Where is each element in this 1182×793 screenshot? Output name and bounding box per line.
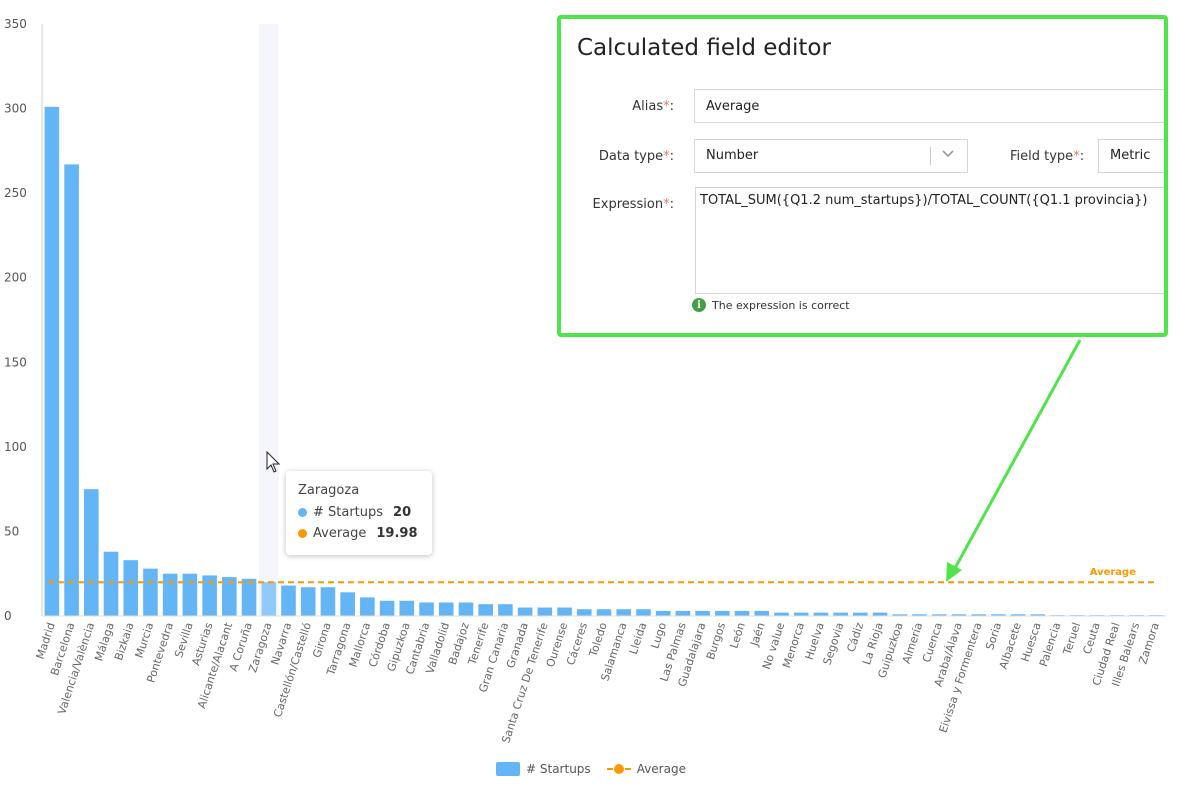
- y-tick-label: 0: [4, 609, 12, 623]
- tooltip-row-label: Average: [313, 526, 367, 541]
- y-tick-label: 100: [4, 440, 27, 454]
- x-tick-label: Lugo: [648, 621, 669, 651]
- legend-item-average[interactable]: Average: [606, 762, 686, 776]
- bar[interactable]: [162, 573, 178, 616]
- chevron-down-icon: [942, 150, 954, 158]
- bar[interactable]: [517, 607, 533, 616]
- bar[interactable]: [813, 612, 829, 616]
- bar[interactable]: [360, 597, 375, 616]
- callout-arrow-icon: [946, 339, 1082, 582]
- bar[interactable]: [281, 585, 296, 616]
- average-line-label: Average: [1090, 567, 1137, 578]
- bar[interactable]: [419, 602, 434, 616]
- info-check-icon: i: [692, 298, 706, 312]
- bar[interactable]: [853, 612, 868, 616]
- chart-tooltip: Zaragoza # Startups 20 Average 19.98: [286, 471, 432, 555]
- bar[interactable]: [84, 489, 99, 616]
- hover-highlight-band: [258, 24, 279, 616]
- x-tick-label: Jaén: [748, 621, 768, 649]
- validation-message: i The expression is correct: [692, 298, 850, 312]
- bar[interactable]: [340, 592, 355, 616]
- bar[interactable]: [300, 587, 316, 616]
- bar[interactable]: [379, 600, 395, 616]
- y-tick-label: 350: [4, 17, 27, 31]
- bar[interactable]: [734, 610, 750, 616]
- bar[interactable]: [754, 610, 770, 616]
- bar[interactable]: [64, 164, 79, 617]
- bar[interactable]: [616, 609, 632, 616]
- chart-legend: # Startups Average: [0, 762, 1182, 776]
- bar[interactable]: [636, 609, 651, 616]
- bar[interactable]: [182, 573, 198, 616]
- legend-label: Average: [636, 762, 686, 776]
- bar[interactable]: [261, 582, 277, 616]
- x-tick-label: Lleida: [627, 621, 649, 656]
- series-dot-icon: [298, 508, 307, 517]
- bar[interactable]: [241, 578, 257, 616]
- field-type-select[interactable]: Metric: [1098, 139, 1164, 173]
- bar[interactable]: [498, 604, 513, 616]
- alias-label: Alias*:: [632, 99, 674, 114]
- bar-swatch-icon: [496, 762, 521, 776]
- tooltip-row-average: Average 19.98: [298, 523, 420, 544]
- bar[interactable]: [596, 609, 612, 616]
- legend-label: # Startups: [526, 762, 591, 776]
- tooltip-row-label: # Startups: [313, 505, 384, 520]
- x-tick-label: León: [727, 621, 748, 650]
- y-tick-label: 200: [4, 271, 27, 285]
- expression-text: TOTAL_SUM({Q1.2 num_startups})/TOTAL_COU…: [700, 193, 1148, 208]
- bar[interactable]: [458, 602, 474, 616]
- tooltip-row-value: 19.98: [376, 526, 418, 541]
- data-type-label: Data type*:: [598, 149, 674, 164]
- y-tick-label: 50: [4, 524, 19, 538]
- bar[interactable]: [557, 607, 572, 616]
- tooltip-row-startups: # Startups 20: [298, 502, 420, 523]
- calculated-field-editor: Calculated field editor Alias*: Average …: [557, 15, 1168, 337]
- bar[interactable]: [872, 612, 888, 616]
- bar[interactable]: [320, 587, 336, 616]
- expression-label: Expression*:: [592, 197, 674, 212]
- bar[interactable]: [793, 612, 809, 616]
- legend-item-startups[interactable]: # Startups: [496, 762, 591, 776]
- editor-title: Calculated field editor: [577, 35, 831, 61]
- bar[interactable]: [576, 609, 592, 616]
- bar[interactable]: [675, 610, 691, 616]
- bar[interactable]: [695, 610, 710, 616]
- bar[interactable]: [123, 560, 139, 616]
- bar[interactable]: [774, 612, 789, 616]
- bar[interactable]: [103, 551, 119, 616]
- bar[interactable]: [44, 106, 60, 616]
- dashed-line-icon: [606, 762, 631, 776]
- select-divider: [930, 147, 931, 165]
- bar[interactable]: [655, 610, 671, 616]
- data-type-select[interactable]: Number: [694, 139, 968, 173]
- field-type-label: Field type*:: [1010, 149, 1085, 164]
- tooltip-row-value: 20: [393, 505, 412, 520]
- x-tick-label: Cádiz: [844, 621, 866, 654]
- validation-text: The expression is correct: [712, 298, 850, 312]
- y-tick-label: 150: [4, 355, 27, 369]
- y-tick-label: 250: [4, 186, 27, 200]
- bar[interactable]: [833, 612, 848, 616]
- y-axis: 0 50 100 150 200 250 300 350: [4, 17, 43, 623]
- x-axis: MadridBarcelonaValencia/ValènciaMálagaBi…: [34, 615, 1166, 745]
- bar[interactable]: [399, 600, 415, 616]
- bar[interactable]: [537, 607, 553, 616]
- x-tick-label: Soria: [983, 621, 1004, 652]
- alias-input[interactable]: Average: [694, 89, 1164, 123]
- tooltip-title: Zaragoza: [298, 483, 360, 498]
- bar[interactable]: [478, 604, 493, 616]
- bar[interactable]: [143, 568, 158, 616]
- x-tick-label: Ceuta: [1080, 621, 1102, 656]
- series-dot-icon: [298, 529, 307, 538]
- y-tick-label: 300: [4, 102, 27, 116]
- bar[interactable]: [438, 602, 454, 616]
- expression-textarea[interactable]: TOTAL_SUM({Q1.2 num_startups})/TOTAL_COU…: [695, 187, 1164, 294]
- bar[interactable]: [715, 610, 730, 616]
